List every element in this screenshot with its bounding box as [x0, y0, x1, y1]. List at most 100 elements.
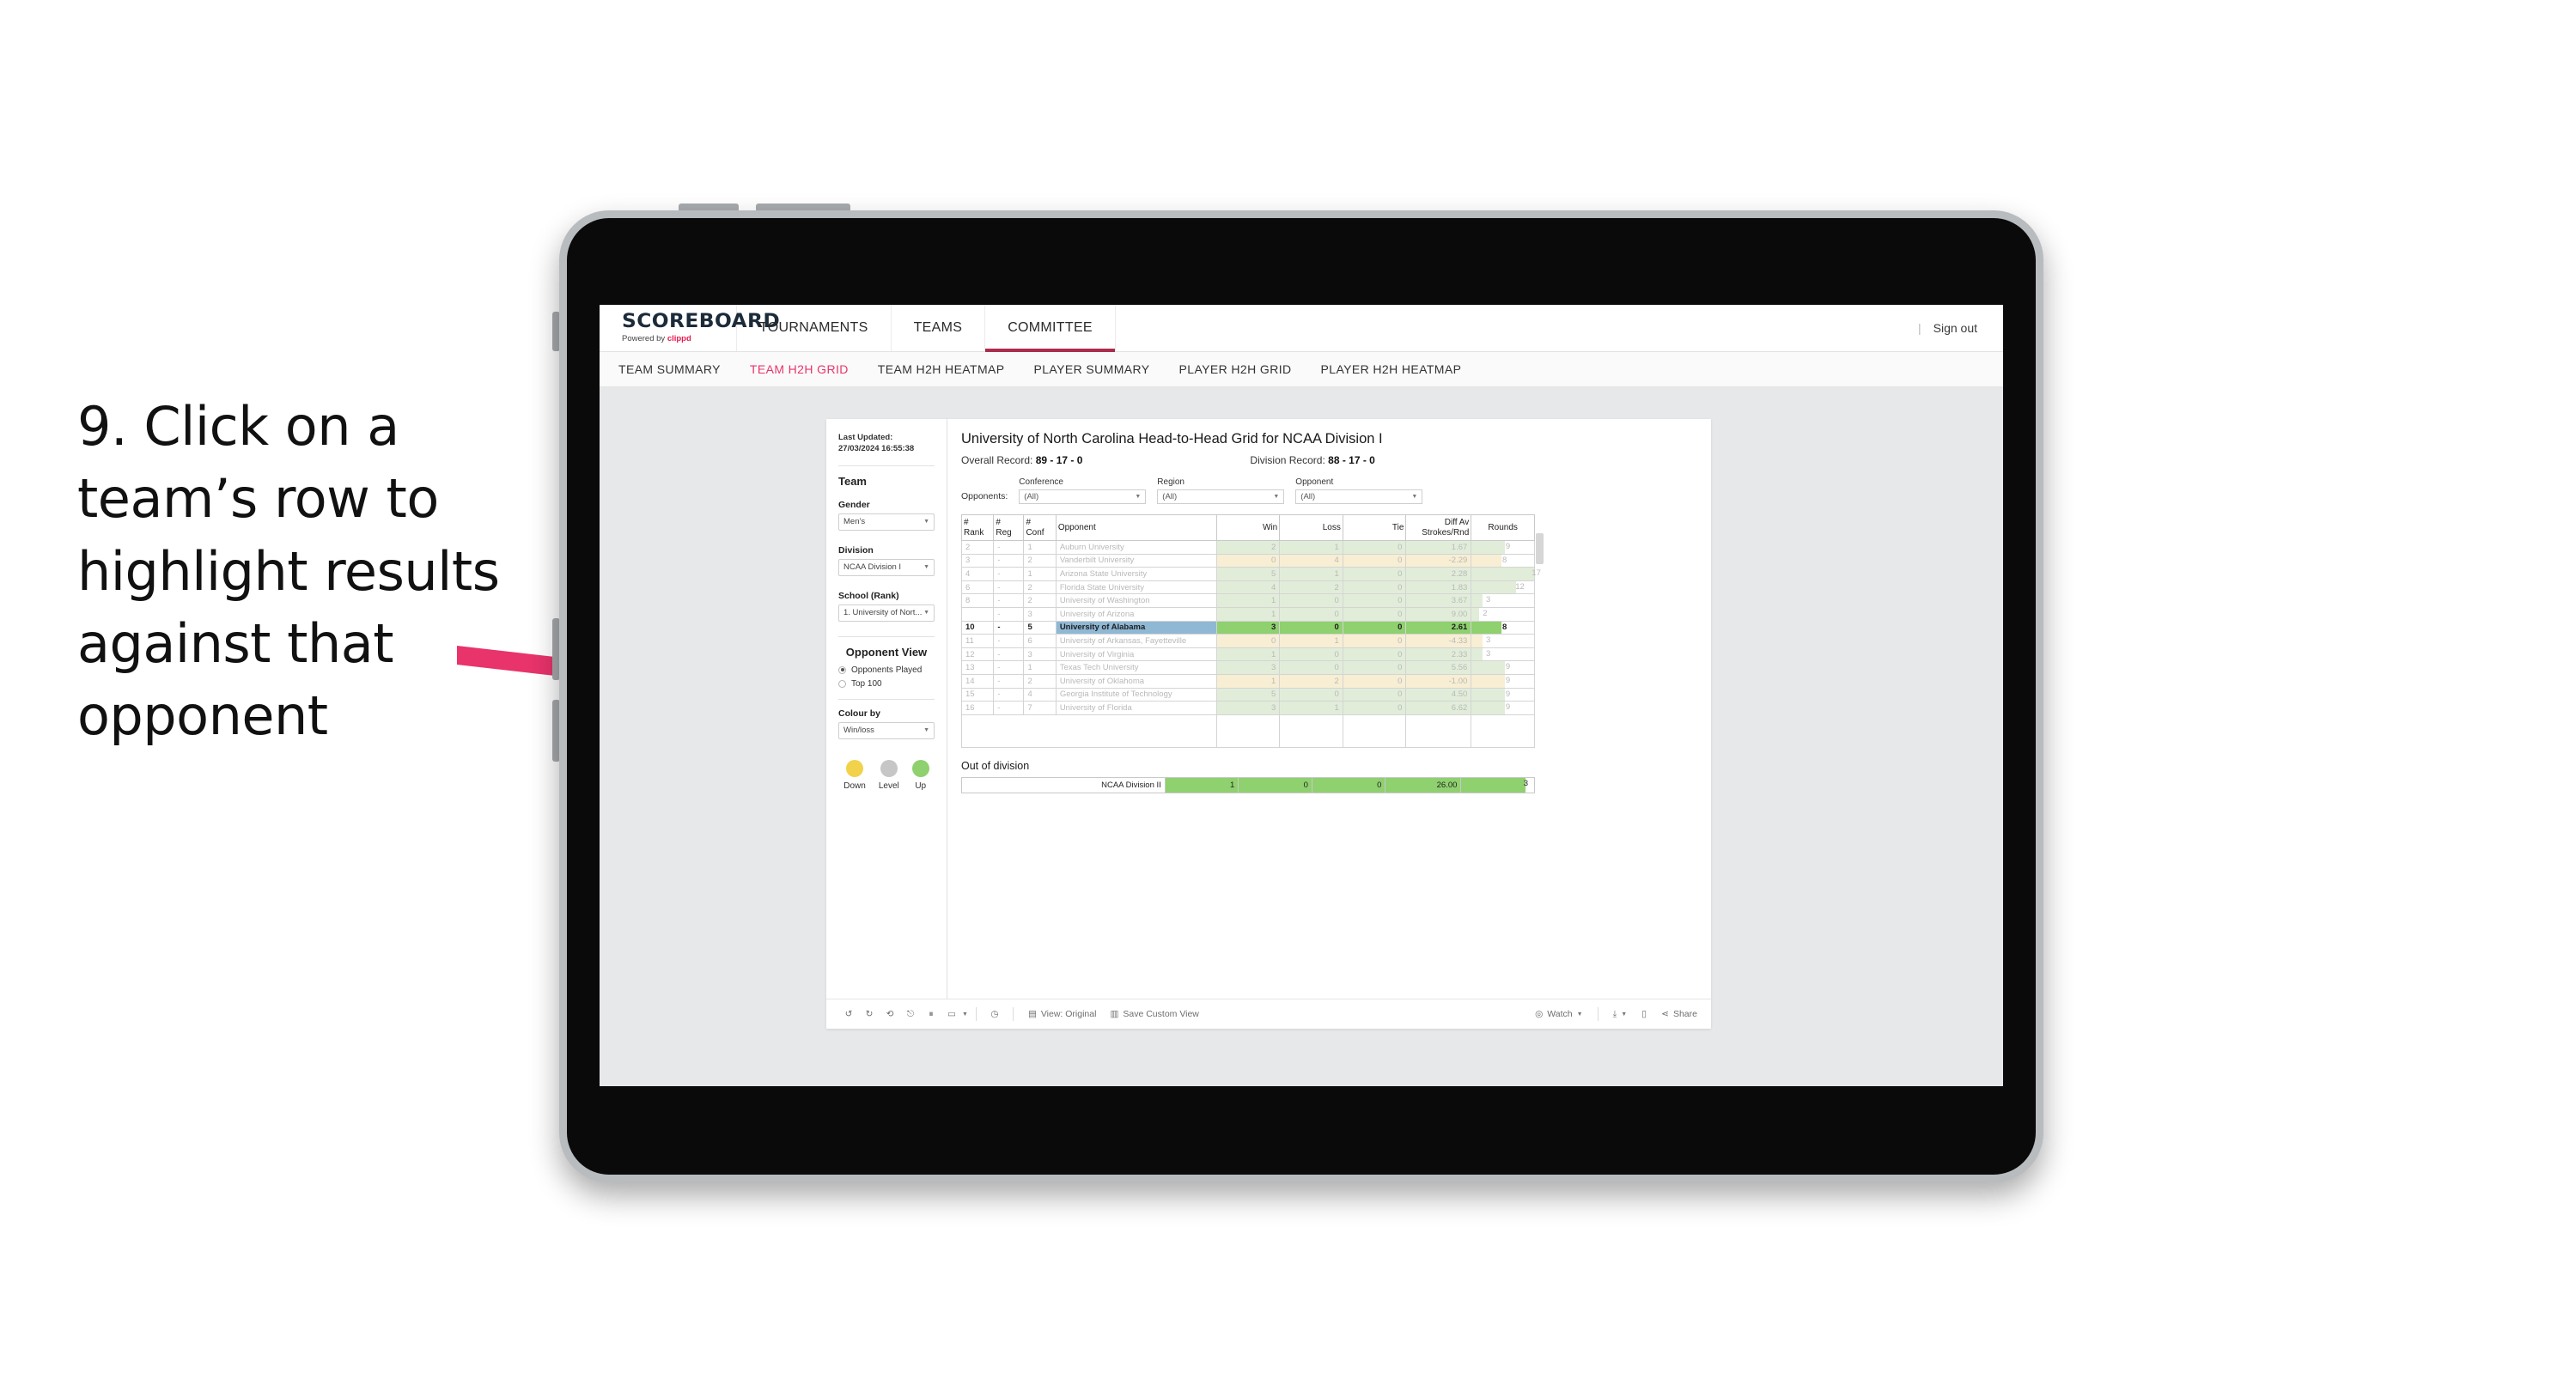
division-label: Division [838, 544, 874, 556]
h2h-grid-wrapper: # Rank # Reg # Conf Opponent Win Loss Tie D… [960, 514, 1544, 748]
table-row[interactable]: 15-4 Georgia Institute of Technology 5 0 0 4.… [960, 687, 1535, 702]
table-row[interactable]: 6-2 Florida State University 4 2 0 1.83 12 [960, 580, 1535, 595]
school-rank-select[interactable]: 1. University of Nort... ▼ [838, 604, 935, 622]
th-tie: Tie [1342, 514, 1407, 541]
cell-reg: - [993, 580, 1025, 595]
region-filter: Region (All) ▼ [1157, 477, 1285, 504]
table-row[interactable]: 16-7 University of Florida 3 1 0 6.62 9 [960, 701, 1535, 715]
opponent-filters: Opponents: Conference (All) ▼ Region (Al… [961, 477, 1696, 504]
cell-tie: 0 [1342, 647, 1407, 662]
chevron-down-icon: ▼ [923, 727, 929, 734]
th-diff: Diff Av Strokes/Rnd [1405, 514, 1472, 541]
table-row[interactable]: 14-2 University of Oklahoma 1 2 0 -1.00 9 [960, 673, 1535, 689]
toolbar-divider [1012, 1007, 1014, 1021]
school-rank-value: 1. University of Nort... [843, 608, 923, 618]
cell-tie: 0 [1342, 634, 1407, 648]
division-select[interactable]: NCAA Division I ▼ [838, 558, 935, 576]
cell-conf: 5 [1023, 620, 1057, 635]
save-custom-view-label: Save Custom View [1123, 1009, 1199, 1019]
tab-team-h2h-grid[interactable]: TEAM H2H GRID [750, 362, 849, 376]
table-row[interactable]: 11-6 University of Arkansas, Fayetteville… [960, 634, 1535, 648]
download-button[interactable]: ⤓ ▼ [1606, 1009, 1635, 1020]
tab-player-h2h-grid[interactable]: PLAYER H2H GRID [1179, 362, 1292, 376]
conference-select[interactable]: (All) ▼ [1019, 489, 1147, 504]
cell-win: 5 [1215, 567, 1281, 581]
table-row[interactable]: 4-1 Arizona State University 5 1 0 2.28 17 [960, 567, 1541, 581]
table-row[interactable]: 10-5 University of Alabama 3 0 0 2.61 8 [960, 620, 1535, 635]
cell-opponent: University of Arkansas, Fayetteville [1055, 634, 1217, 648]
nav-tournaments[interactable]: TOURNAMENTS [737, 305, 892, 351]
cell-tie: 0 [1342, 687, 1407, 702]
table-row[interactable]: 8-2 University of Washington 1 0 0 3.67 3 [960, 593, 1535, 608]
revert-icon[interactable]: ⟲ [880, 1009, 900, 1019]
table-row[interactable]: 13-1 Texas Tech University 3 0 0 5.56 9 [960, 660, 1535, 675]
cell-reg: - [993, 567, 1025, 581]
radio-top-100[interactable]: Top 100 [838, 679, 935, 689]
cell-conf: 1 [1023, 540, 1057, 555]
cell-tie: 0 [1342, 553, 1407, 568]
view-original-button[interactable]: ▤ View: Original [1021, 1009, 1104, 1019]
toolbar-divider [975, 1007, 977, 1021]
tab-team-summary[interactable]: TEAM SUMMARY [618, 362, 721, 376]
grid-scrollbar[interactable] [1536, 533, 1544, 564]
cell-conf: 1 [1023, 660, 1057, 675]
radio-opponents-played[interactable]: Opponents Played [838, 665, 935, 675]
opponent-select[interactable]: (All) ▼ [1295, 489, 1423, 504]
nav-committee[interactable]: COMMITTEE [985, 305, 1116, 352]
gender-select[interactable]: Men’s ▼ [838, 513, 935, 531]
h2h-grid-body: 2-1 Auburn University 2 1 0 1.67 9 3-2 Vanderbil… [960, 540, 1541, 748]
history-icon[interactable]: ◷ [984, 1009, 1005, 1019]
cell-reg: - [993, 660, 1025, 675]
watch-icon: ◎ [1535, 1009, 1544, 1019]
grid-filler-row [961, 714, 1535, 748]
table-row[interactable]: 3-2 Vanderbilt University 0 4 0 -2.29 8 [960, 553, 1535, 568]
records-row: Overall Record: 89 - 17 - 0 Division Rec… [961, 454, 1696, 466]
chevron-down-icon[interactable]: ▼ [962, 1011, 968, 1017]
rounds-value: 9 [1505, 662, 1511, 672]
watch-button[interactable]: ◎ Watch ▼ [1528, 1009, 1589, 1019]
cell-diff: -4.33 [1405, 634, 1472, 648]
cell-reg: - [993, 673, 1025, 689]
cell-loss: 2 [1279, 580, 1343, 595]
ood-rounds: 3 [1460, 776, 1535, 793]
rounds-value: 9 [1505, 702, 1511, 713]
save-custom-view-button[interactable]: ▥ Save Custom View [1103, 1009, 1205, 1019]
legend-dot-up [911, 759, 929, 777]
cell-win: 0 [1215, 553, 1281, 568]
share-label: Share [1672, 1009, 1697, 1019]
radio-opponents-played-label: Opponents Played [851, 665, 923, 675]
ood-loss: 0 [1238, 776, 1312, 793]
table-row[interactable]: NCAA Division II 1 0 0 26.00 3 [961, 776, 1535, 793]
rounds-value: 2 [1483, 608, 1488, 618]
cell-opponent: University of Arizona [1055, 606, 1217, 622]
region-label: Region [1157, 477, 1184, 487]
workbook-toolbar: ↺ ↻ ⟲ ⎋ ⏸ ▭ ▼ ◷ ▤ View: Original ▥ Save … [826, 999, 1711, 1029]
table-row[interactable]: -3 University of Arizona 1 0 0 9.00 2 [960, 606, 1535, 622]
cell-reg: - [993, 620, 1025, 635]
table-row[interactable]: 2-1 Auburn University 2 1 0 1.67 9 [960, 540, 1535, 555]
pause-updates-icon[interactable]: ⏸ [921, 1009, 941, 1020]
colour-by-select[interactable]: Win/loss ▼ [838, 721, 935, 739]
alert-icon[interactable]: ▭ [941, 1009, 962, 1019]
sign-out-link[interactable]: Sign out [1934, 321, 1977, 335]
refresh-icon[interactable]: ⎋ [900, 1009, 921, 1020]
rounds-value: 8 [1502, 622, 1507, 632]
nav-teams[interactable]: TEAMS [892, 305, 986, 351]
tab-player-summary[interactable]: PLAYER SUMMARY [1034, 362, 1150, 376]
cell-rank: 15 [960, 687, 995, 702]
share-button[interactable]: ⋖ Share [1654, 1009, 1711, 1019]
legend-level: Level [879, 759, 899, 791]
region-select[interactable]: (All) ▼ [1157, 489, 1285, 504]
ood-label: NCAA Division II [961, 776, 1166, 793]
toolbar-divider [1597, 1007, 1599, 1021]
redo-icon[interactable]: ↻ [859, 1009, 880, 1019]
tab-team-h2h-heatmap[interactable]: TEAM H2H HEATMAP [878, 362, 1005, 376]
tab-player-h2h-heatmap[interactable]: PLAYER H2H HEATMAP [1321, 362, 1462, 376]
device-layout-icon[interactable]: ▯ [1634, 1009, 1654, 1019]
cell-conf: 3 [1023, 606, 1057, 622]
cell-win: 1 [1215, 647, 1281, 662]
table-row[interactable]: 12-3 University of Virginia 1 0 0 2.33 3 [960, 647, 1535, 662]
legend-up: Up [911, 759, 929, 791]
undo-icon[interactable]: ↺ [838, 1009, 859, 1019]
rounds-value: 12 [1515, 581, 1525, 592]
